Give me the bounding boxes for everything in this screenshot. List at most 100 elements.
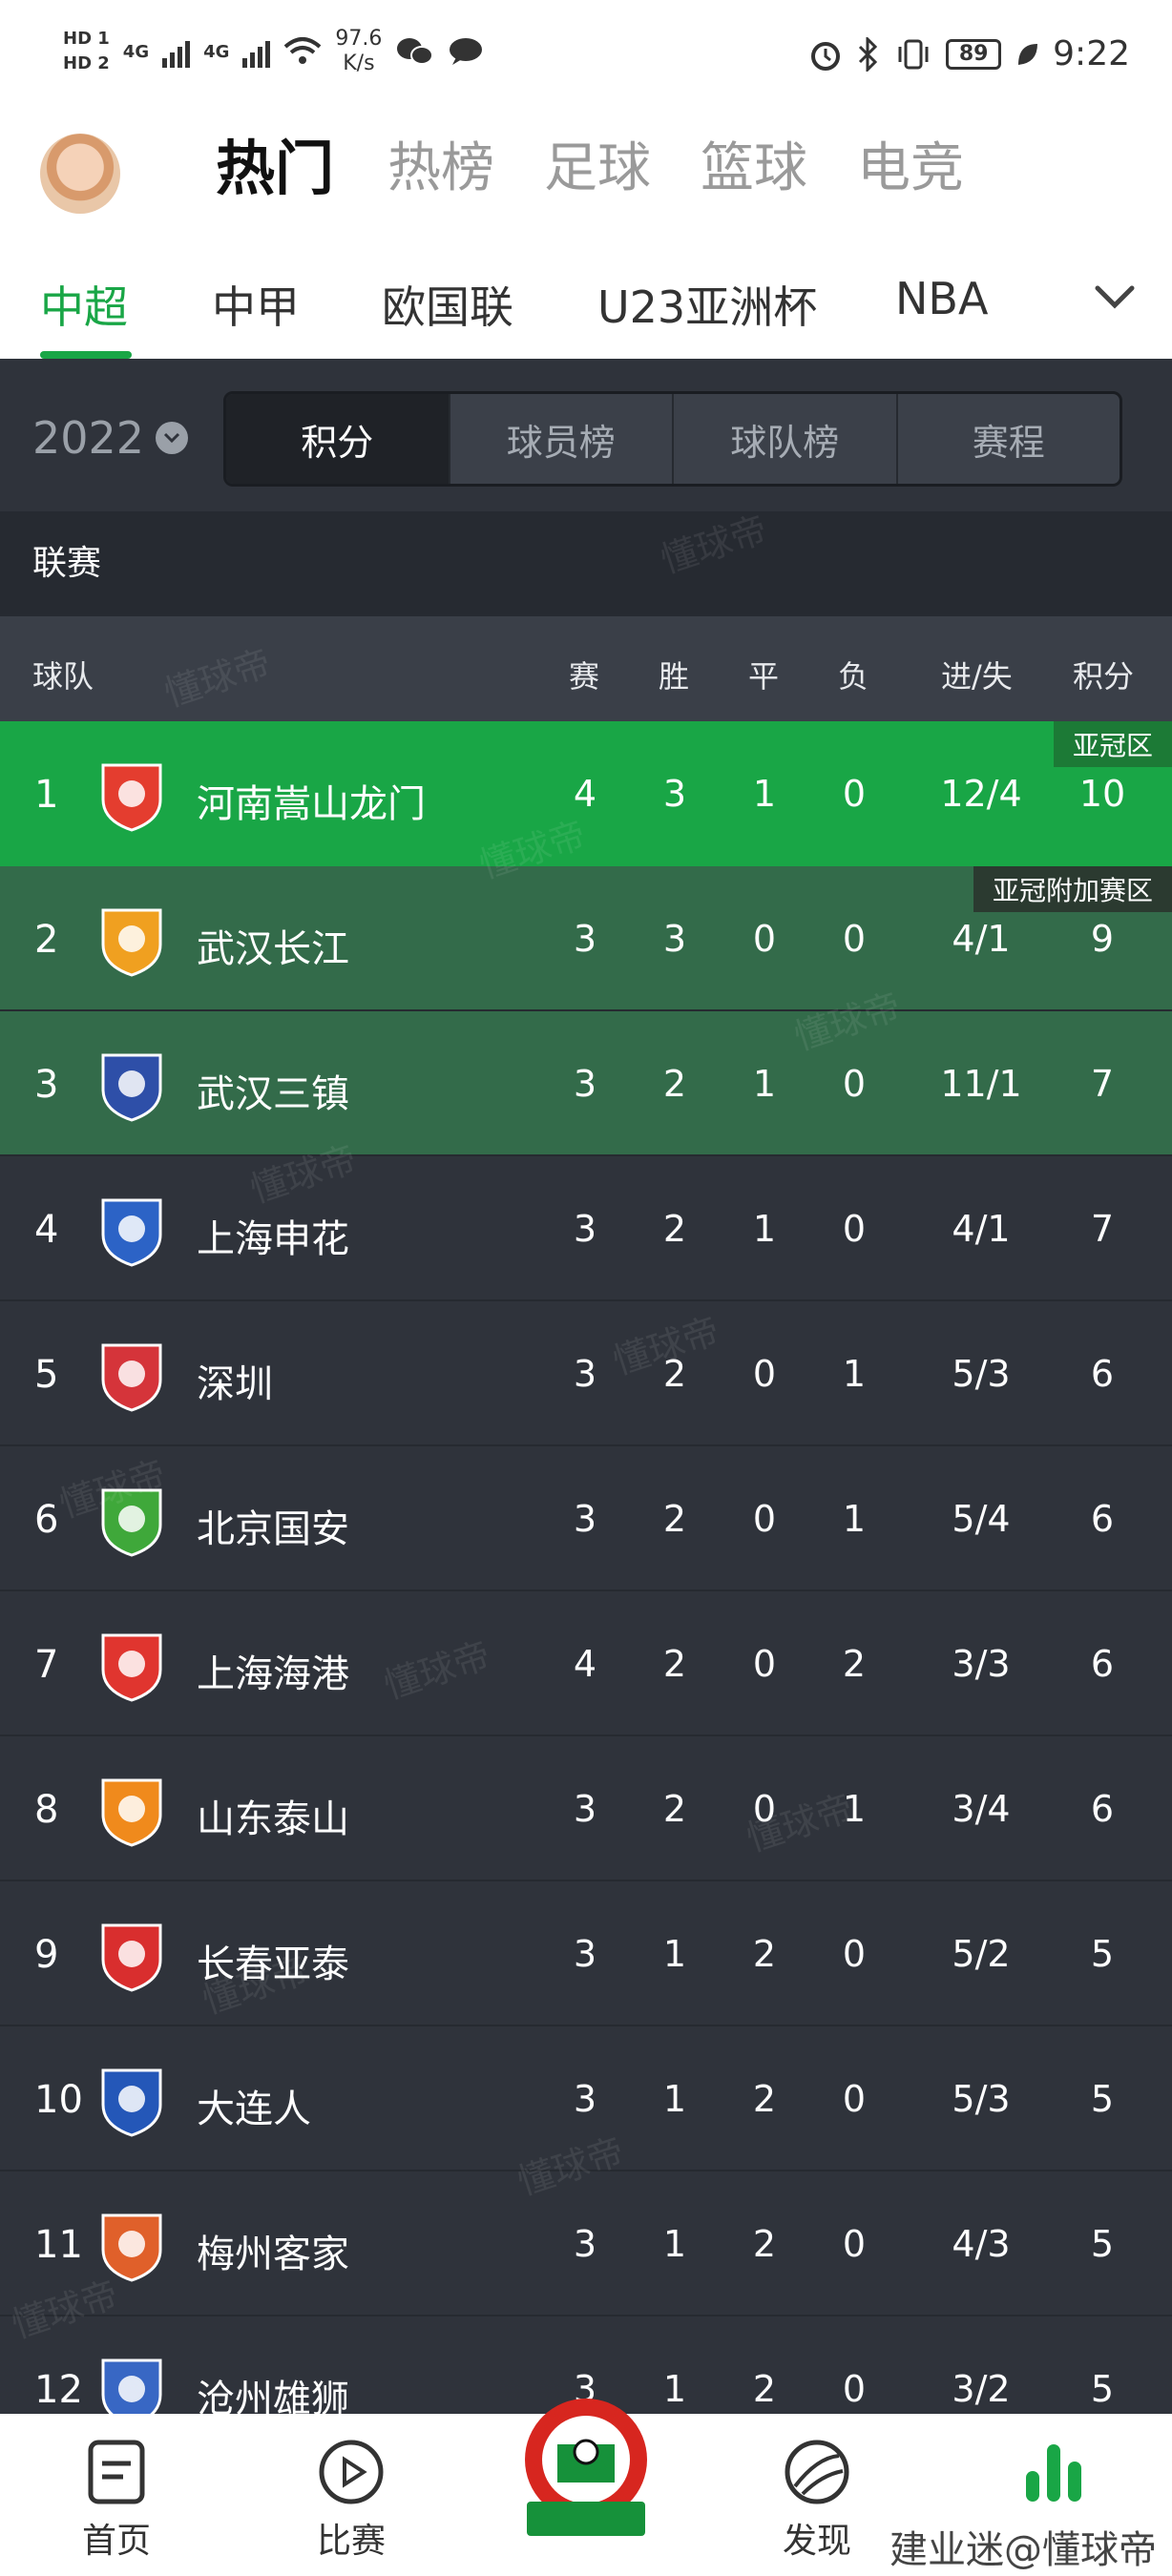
main-tab-basketball[interactable]: 篮球 [701, 135, 807, 202]
bottom-nav: 首页 比赛 发现 建业迷@懂球帝 [0, 2399, 1172, 2576]
team-goals: 5/3 [952, 1353, 1011, 1395]
nav-home[interactable]: 首页 [50, 2439, 183, 2563]
team-played: 4 [573, 773, 597, 815]
table-row[interactable]: 11 梅州客家 3 1 2 0 4/3 5 [0, 2171, 1172, 2316]
leaf-icon [1018, 43, 1038, 65]
segment-standings[interactable]: 积分 [226, 394, 449, 484]
team-goals: 5/2 [952, 1933, 1011, 1975]
table-row[interactable]: 5 深圳 3 2 0 1 5/3 6 [0, 1301, 1172, 1446]
team-lose: 0 [842, 1063, 867, 1105]
main-tab-ranking[interactable]: 热榜 [387, 135, 494, 202]
team-lose: 0 [842, 1208, 867, 1250]
team-rank: 4 [34, 1208, 59, 1252]
henan-club-badge[interactable] [521, 2395, 651, 2547]
team-rank: 3 [34, 1063, 59, 1107]
league-section-title: 联赛 [0, 511, 1172, 616]
table-row[interactable]: 3 武汉三镇 3 2 1 0 11/1 7 [0, 1011, 1172, 1156]
table-row[interactable]: 1 河南嵩山龙门 4 3 1 0 12/4 10 亚冠区 [0, 721, 1172, 866]
top-nav: 热门 热榜 足球 篮球 电竞 [0, 114, 1172, 229]
team-rank: 11 [34, 2223, 83, 2267]
team-goals: 4/1 [952, 1208, 1011, 1250]
team-draw: 0 [752, 1353, 777, 1395]
play-circle-icon [319, 2440, 384, 2504]
team-name: 大连人 [197, 2088, 311, 2131]
league-tab-u23-asian-cup[interactable]: U23亚洲杯 [597, 273, 817, 336]
team-goals: 12/4 [940, 773, 1022, 815]
team-name: 北京国安 [197, 1507, 349, 1551]
chevron-down-icon[interactable] [1092, 279, 1138, 317]
active-tab-underline [40, 351, 132, 359]
team-rank: 2 [34, 918, 59, 962]
team-rank: 8 [34, 1788, 59, 1832]
table-row[interactable]: 2 武汉长江 3 3 0 0 4/1 9 亚冠附加赛区 [0, 866, 1172, 1011]
standings-header: 球队 赛 胜 平 负 进/失 积分 [0, 616, 1172, 721]
team-logo-icon [101, 1778, 162, 1847]
team-win: 2 [662, 1208, 687, 1250]
signal-icon [162, 35, 191, 68]
team-goals: 11/1 [940, 1063, 1022, 1105]
team-played: 3 [573, 1788, 597, 1830]
nav-matches[interactable]: 比赛 [284, 2439, 418, 2563]
table-row[interactable]: 7 上海海港 4 2 0 2 3/3 6 [0, 1591, 1172, 1736]
table-row[interactable]: 4 上海申花 3 2 1 0 4/1 7 [0, 1156, 1172, 1301]
battery-indicator: 89 [946, 38, 1002, 70]
team-win: 2 [662, 1498, 687, 1540]
league-tab-cl1[interactable]: 中甲 [212, 273, 300, 336]
segment-schedule[interactable]: 赛程 [895, 394, 1120, 484]
main-tab-esports[interactable]: 电竞 [857, 135, 964, 202]
team-name: 深圳 [197, 1362, 273, 1406]
team-name: 上海海港 [197, 1652, 349, 1696]
segment-player-ranking[interactable]: 球员榜 [448, 394, 673, 484]
main-tab-football[interactable]: 足球 [544, 135, 651, 202]
team-points: 6 [1090, 1788, 1115, 1830]
team-lose: 0 [842, 2078, 867, 2120]
team-win: 2 [662, 1788, 687, 1830]
team-played: 3 [573, 2078, 597, 2120]
team-win: 2 [662, 1353, 687, 1395]
standings-table: 1 河南嵩山龙门 4 3 1 0 12/4 10 亚冠区 2 武汉长江 3 3 0 0 4/1 9 亚冠附加赛区 3… [0, 721, 1172, 2462]
nav-data[interactable] [987, 2439, 1120, 2505]
team-points: 5 [1090, 2223, 1115, 2265]
zone-tag: 亚冠附加赛区 [973, 866, 1172, 912]
segment-team-ranking[interactable]: 球队榜 [672, 394, 896, 484]
league-tabs: 中超 中甲 欧国联 U23亚洲杯 NBA [0, 229, 1172, 359]
home-doc-icon [88, 2440, 145, 2504]
network-label-1: 4G [122, 41, 150, 62]
table-row[interactable]: 6 北京国安 3 2 0 1 5/4 6 [0, 1446, 1172, 1591]
main-tab-hot[interactable]: 热门 [216, 135, 334, 202]
table-row[interactable]: 8 山东泰山 3 2 0 1 3/4 6 [0, 1736, 1172, 1881]
team-win: 1 [662, 1933, 687, 1975]
team-logo-icon [101, 908, 162, 977]
team-logo-icon [101, 763, 162, 832]
wifi-icon [284, 37, 322, 64]
team-draw: 2 [752, 2223, 777, 2265]
team-win: 1 [662, 2368, 687, 2410]
league-tab-nba[interactable]: NBA [895, 273, 988, 324]
table-row[interactable]: 9 长春亚泰 3 1 2 0 5/2 5 [0, 1881, 1172, 2026]
team-played: 3 [573, 1933, 597, 1975]
avatar[interactable] [40, 134, 120, 214]
status-bar: HD 1 HD 2 4G 4G 97.6 K/s 89 9:22 [0, 0, 1172, 114]
team-draw: 2 [752, 1933, 777, 1975]
team-logo-icon [101, 1633, 162, 1702]
team-win: 3 [662, 918, 687, 960]
team-points: 6 [1090, 1498, 1115, 1540]
team-points: 6 [1090, 1353, 1115, 1395]
standings-controls: 2022 积分 球员榜 球队榜 赛程 [0, 359, 1172, 511]
season-selector[interactable]: 2022 [32, 412, 189, 464]
nav-discover[interactable]: 发现 [750, 2439, 884, 2563]
league-tab-csl[interactable]: 中超 [40, 273, 128, 336]
data-bars-icon [1026, 2444, 1081, 2502]
team-draw: 1 [752, 1063, 777, 1105]
network-label-2: 4G [203, 41, 230, 62]
team-win: 2 [662, 1063, 687, 1105]
team-goals: 4/3 [952, 2223, 1011, 2265]
team-rank: 7 [34, 1643, 59, 1687]
team-rank: 10 [34, 2078, 83, 2122]
team-goals: 3/4 [952, 1788, 1011, 1830]
team-lose: 0 [842, 918, 867, 960]
table-row[interactable]: 10 大连人 3 1 2 0 5/3 5 [0, 2026, 1172, 2171]
team-goals: 3/3 [952, 1643, 1011, 1685]
league-tab-nations-league[interactable]: 欧国联 [382, 273, 513, 336]
team-goals: 5/3 [952, 2078, 1011, 2120]
